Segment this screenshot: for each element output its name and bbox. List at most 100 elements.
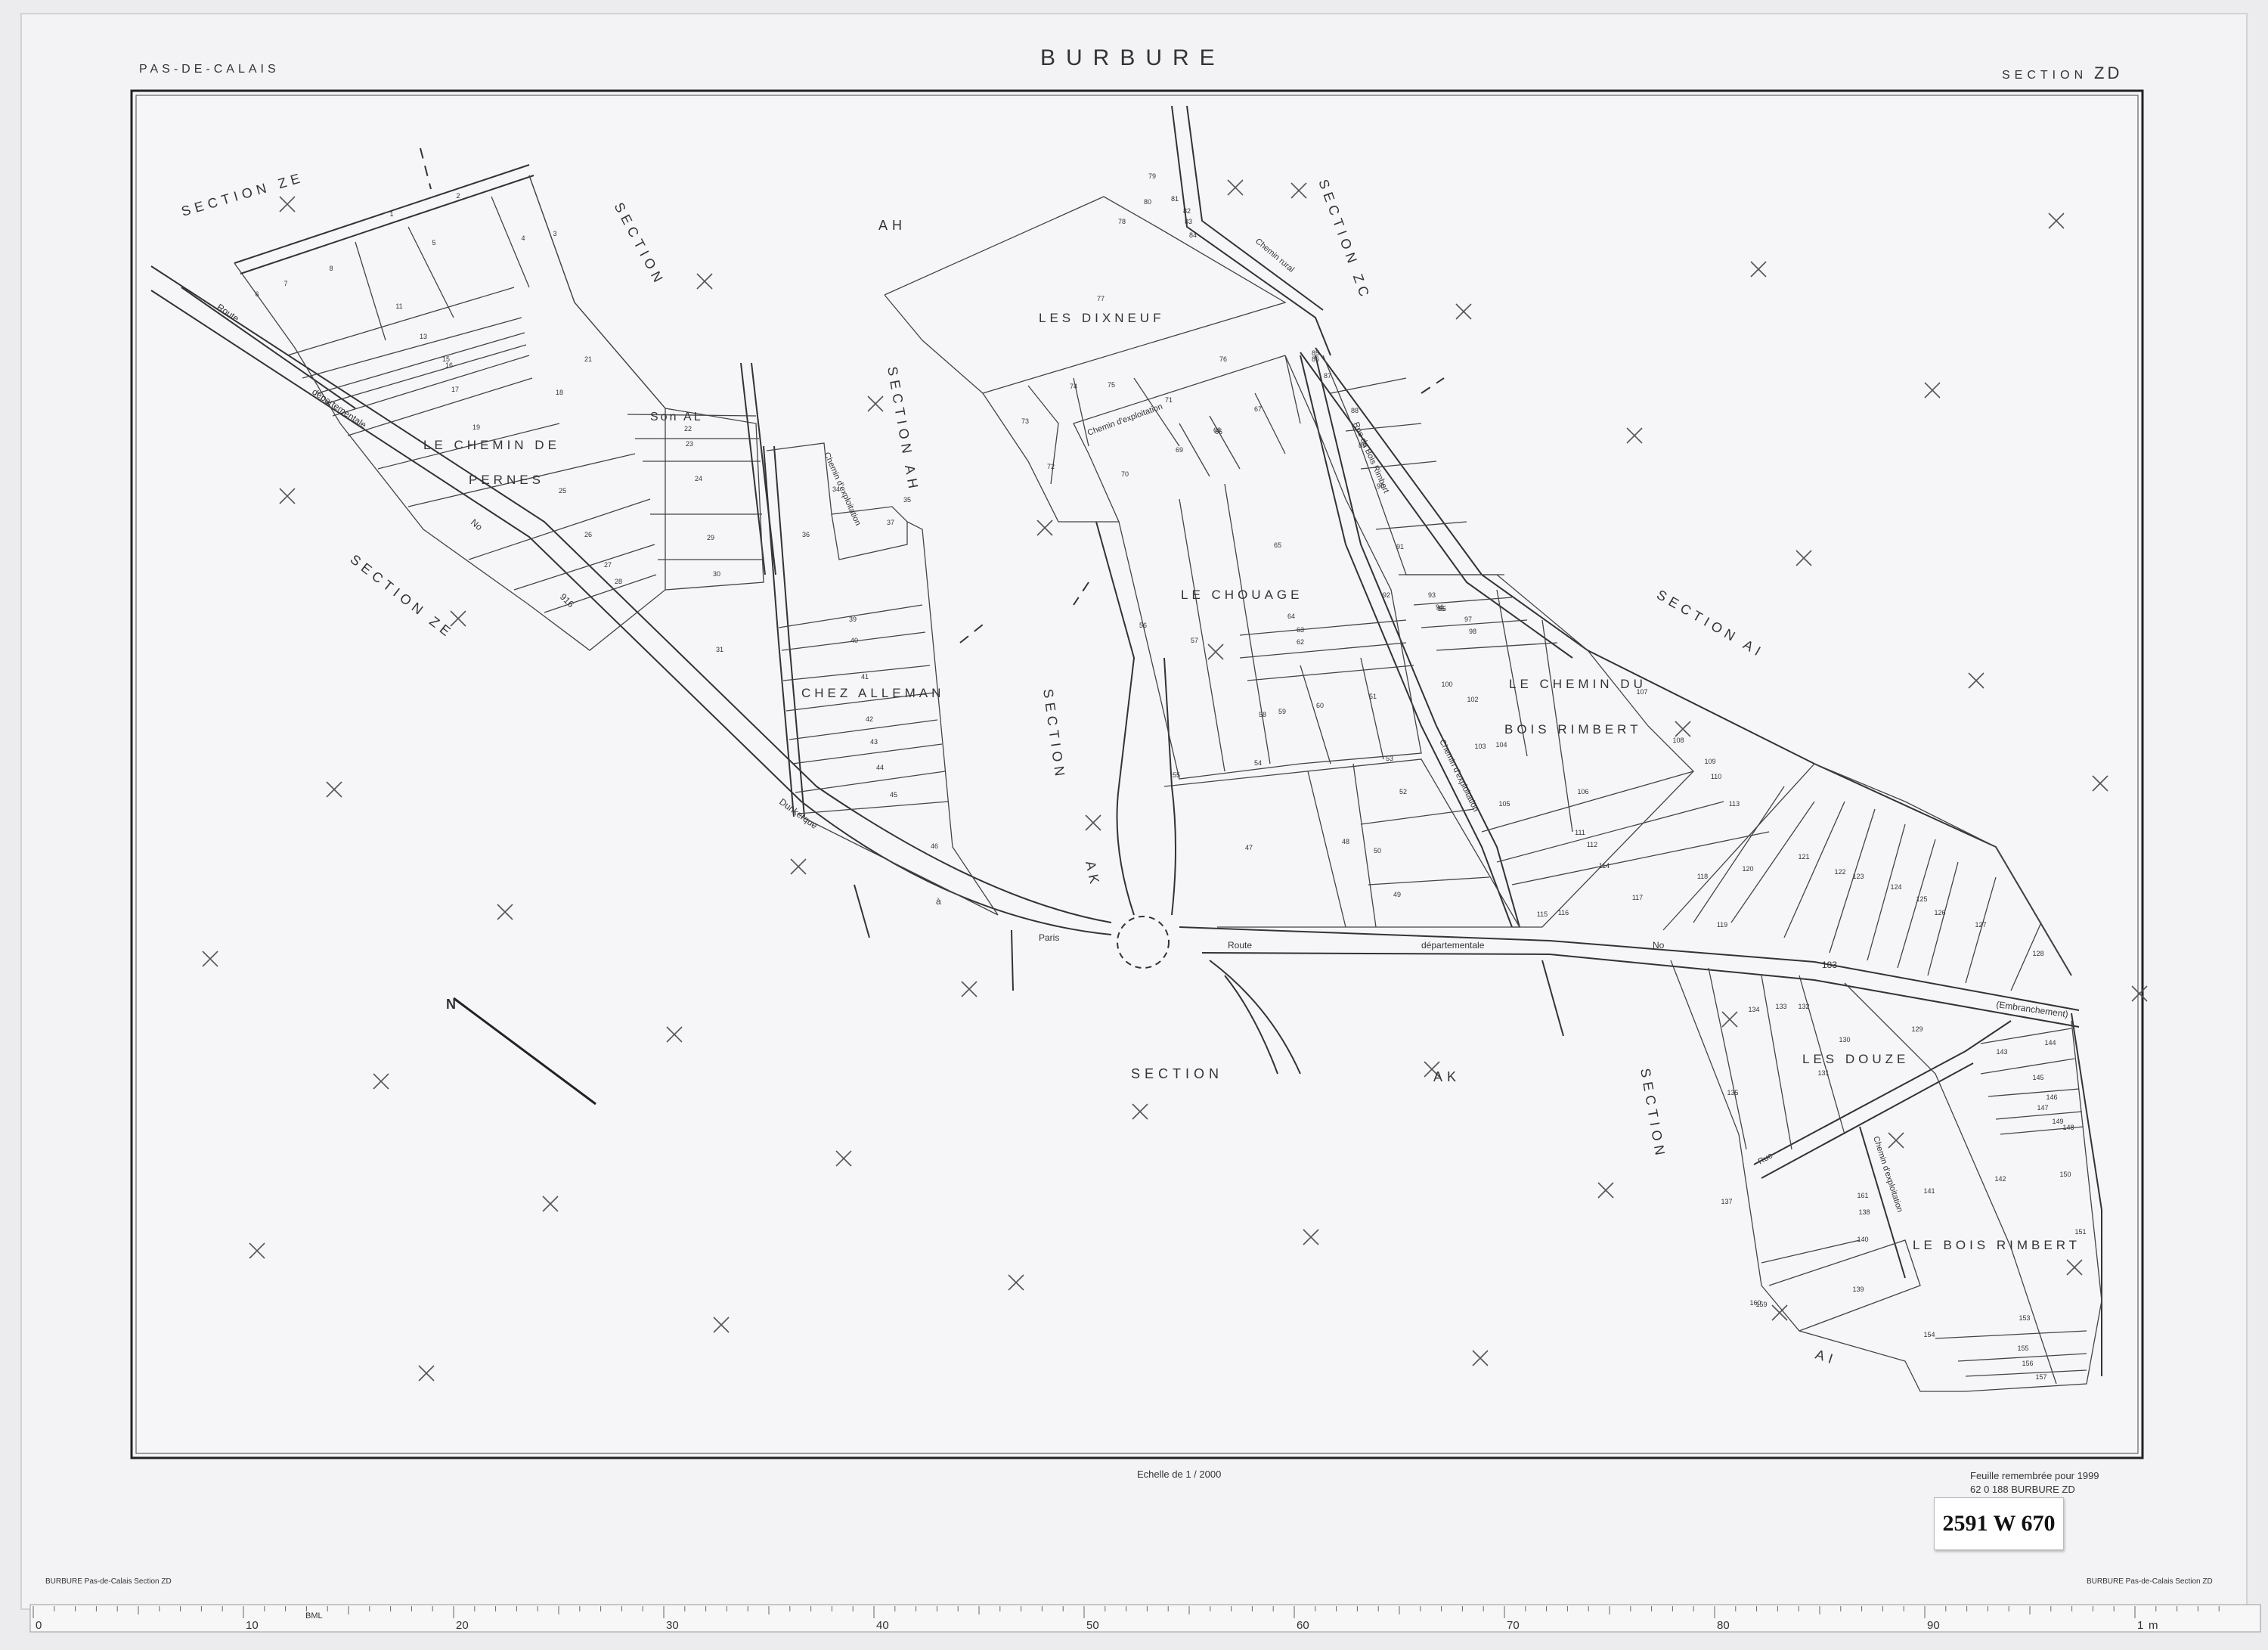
parcel-number: 121 [1798,853,1809,861]
lieu-dit-le-bois-rimbert: LE BOIS RIMBERT [1913,1238,2081,1252]
parcel-number: 90 [1377,482,1384,490]
parcel-number: 23 [686,440,693,448]
parcel-number: 150 [2059,1171,2071,1178]
parcel-number: 157 [2035,1373,2046,1381]
parcel-number: 84 [1189,231,1197,239]
parcel-number: 146 [2046,1093,2057,1101]
parcel-number: 8 [329,265,333,272]
parcel-number: 113 [1729,800,1740,808]
parcel-number: 98 [1469,628,1476,635]
parcel-number: 81 [1171,195,1179,203]
parcel-number: 1 [389,210,393,218]
parcel-number: 109 [1704,758,1715,765]
parcel-number: 148 [2062,1124,2074,1131]
ruler-unit: m [2149,1619,2158,1632]
parcel-number: 103 [1474,743,1486,750]
parcel-number: 24 [695,475,702,482]
parcel-number: 120 [1742,865,1753,873]
parcel-number: 78 [1118,218,1126,225]
parcel-number: 29 [707,534,714,541]
parcel-number: 149 [2052,1118,2063,1125]
parcel-number: 37 [887,519,894,526]
remembered-note: Feuille remembrée pour 1999 [1970,1470,2099,1481]
parcel-number: 41 [861,673,869,681]
ruler-major-label: 10 [246,1619,259,1632]
parcel-number: 112 [1587,841,1597,848]
parcel-number: 18 [556,389,563,396]
parcel-number: 115 [1537,910,1548,918]
parcel-number: 13 [420,333,427,340]
parcel-number: 62 [1297,638,1304,646]
parcel-number: 153 [2019,1314,2030,1322]
parcel-number: 83 [1185,218,1192,225]
measuring-ruler: 0 10 20 30 40 50 60 70 80 90 1 m BML [29,1604,2261,1633]
parcel-number: 156 [2022,1360,2033,1367]
parcel-number: 69 [1176,446,1183,454]
parcel-number: 124 [1890,883,1901,891]
road-label-a: à [936,896,941,907]
section-ak-bottom: SECTION [1131,1066,1223,1081]
parcel-number: 154 [1923,1331,1935,1338]
parcel-number: 39 [849,616,857,623]
ruler-stamp: BML [305,1611,323,1621]
parcel-number: 55 [1173,771,1180,779]
section-label: SECTION [2002,69,2087,82]
road-label-paris: Paris [1039,932,1059,943]
parcel-number: 5 [432,239,435,247]
parcel-number: 108 [1672,737,1684,744]
parcel-number: 28 [615,578,622,585]
parcel-number: 3 [553,230,556,237]
parcel-number: 104 [1495,741,1507,749]
parcel-number: 125 [1916,895,1927,903]
parcel-number: 17 [451,386,459,393]
parcel-number: 40 [850,637,858,644]
parcel-number: 27 [604,561,612,569]
parcel-number: 2 [456,192,460,200]
parcel-number: 70 [1121,470,1129,478]
ref-note: 62 0 188 BURBURE ZD [1970,1484,2075,1495]
lieu-dit-chemin-de-pernes-1: LE CHEMIN DE [423,438,560,452]
parcel-number: 142 [1994,1175,2006,1183]
parcel-number: 96 [1437,605,1445,613]
parcel-number: 160 [1749,1299,1761,1307]
parcel-number: 47 [1245,844,1253,851]
department-label: PAS-DE-CALAIS [139,63,280,76]
ruler-major-label: 0 [36,1619,42,1632]
parcel-number: 122 [1834,868,1845,876]
parcel-number: 89 [1359,442,1366,449]
parcel-number: 65 [1274,541,1281,549]
road-label-route-east: Route [1228,940,1252,951]
parcel-number: 127 [1975,921,1986,929]
parcel-number: 93 [1428,591,1436,599]
parcel-number: 88 [1351,407,1359,414]
parcel-number: 53 [1386,755,1393,762]
parcel-number: 76 [1219,355,1227,363]
parcel-number: 73 [1021,417,1029,425]
edge-label-right: BURBURE Pas-de-Calais Section ZD [2087,1577,2213,1586]
ruler-major-label: 80 [1717,1619,1730,1632]
parcel-number: 132 [1798,1003,1809,1010]
parcel-number: 118 [1697,873,1708,880]
parcel-number: 79 [1148,172,1156,180]
parcel-number: 75 [1108,381,1115,389]
parcel-number: 46 [931,842,938,850]
parcel-number: 58 [1259,711,1266,718]
parcel-number: 128 [2032,950,2043,957]
road-label-departementale-east: départementale [1421,940,1485,951]
parcel-number: 87 [1324,372,1331,380]
parcel-number: 45 [890,791,897,799]
parcel-number: 86 [1312,355,1319,363]
lieu-dit-le-chouage: LE CHOUAGE [1181,588,1303,602]
parcel-number: 134 [1748,1006,1759,1013]
parcel-number: 52 [1399,788,1407,796]
parcel-number: 110 [1711,773,1721,780]
parcel-number: 100 [1441,681,1452,688]
parcel-number: 72 [1047,463,1055,470]
parcel-number: 4 [521,234,525,242]
parcel-number: 71 [1165,396,1173,404]
parcel-number: 129 [1911,1025,1923,1033]
section-al: Son AL [650,411,703,423]
parcel-number: 144 [2044,1039,2056,1047]
ruler-major-label: 20 [456,1619,469,1632]
parcel-number: 63 [1297,626,1304,634]
